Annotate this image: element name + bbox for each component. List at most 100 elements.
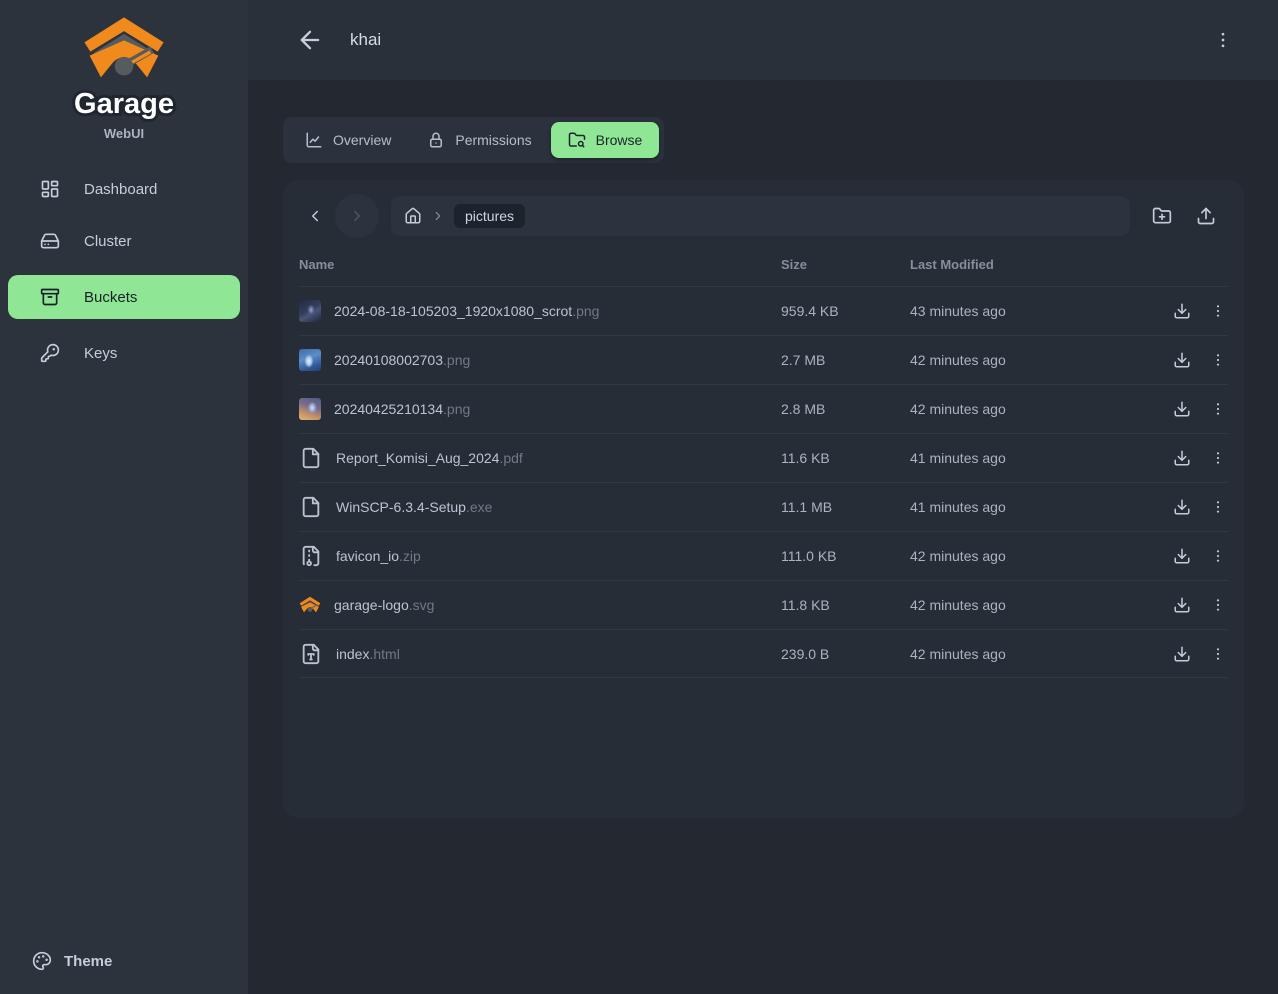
file-extension: .svg [409, 597, 435, 613]
upload-button[interactable] [1184, 196, 1228, 236]
tab-overview[interactable]: Overview [288, 122, 408, 158]
sidebar-item-cluster[interactable]: Cluster [8, 223, 240, 259]
browser-toolbar: pictures [299, 194, 1228, 238]
file-size: 2.7 MB [781, 352, 910, 368]
header-kebab-menu-icon[interactable] [1213, 30, 1233, 50]
row-kebab-menu-button[interactable] [1208, 546, 1228, 566]
tab-label: Overview [333, 132, 391, 148]
html-file-icon [299, 642, 323, 666]
file-size: 11.6 KB [781, 450, 910, 466]
download-icon [1173, 302, 1191, 320]
kebab-menu-icon [1210, 646, 1226, 662]
nav-forward-button-disabled[interactable] [335, 194, 379, 238]
download-button[interactable] [1172, 595, 1192, 615]
sidebar-item-dashboard[interactable]: Dashboard [8, 171, 240, 207]
toolbar-actions [1140, 196, 1228, 236]
file-size: 2.8 MB [781, 401, 910, 417]
file-name-link[interactable]: 2024-08-18-105203_1920x1080_scrot [334, 303, 572, 319]
file-name-link[interactable]: favicon_io [336, 548, 399, 564]
tab-browse[interactable]: Browse [551, 122, 660, 158]
file-last-modified: 41 minutes ago [910, 499, 1118, 515]
table-row: WinSCP-6.3.4-Setup.exe 11.1 MB 41 minute… [299, 482, 1228, 531]
file-name-cell: favicon_io.zip [299, 544, 781, 568]
row-kebab-menu-button[interactable] [1208, 497, 1228, 517]
row-kebab-menu-button[interactable] [1208, 350, 1228, 370]
row-actions [1118, 644, 1228, 664]
sidebar-item-label: Cluster [84, 233, 132, 250]
new-folder-button[interactable] [1140, 196, 1184, 236]
download-icon [1173, 547, 1191, 565]
garage-logo-icon [80, 16, 168, 82]
file-extension: .pdf [499, 450, 522, 466]
file-icon [299, 446, 323, 470]
file-extension: .png [443, 401, 470, 417]
kebab-menu-icon [1210, 450, 1226, 466]
file-extension: .png [572, 303, 599, 319]
download-button[interactable] [1172, 301, 1192, 321]
kebab-menu-icon [1210, 303, 1226, 319]
file-size: 11.1 MB [781, 499, 910, 515]
image-thumbnail-2 [299, 349, 321, 371]
tab-permissions[interactable]: Permissions [410, 122, 548, 158]
sidebar-item-label: Buckets [84, 289, 137, 306]
download-icon [1173, 645, 1191, 663]
theme-button[interactable]: Theme [0, 942, 248, 980]
breadcrumb-segment[interactable]: pictures [454, 204, 525, 228]
page-title: khai [350, 30, 381, 50]
keys-icon [40, 343, 60, 363]
download-button[interactable] [1172, 448, 1192, 468]
file-name-link[interactable]: 20240108002703 [334, 352, 443, 368]
sidebar-nav: Dashboard Cluster Buckets Keys [0, 171, 248, 371]
download-button[interactable] [1172, 644, 1192, 664]
download-button[interactable] [1172, 399, 1192, 419]
file-last-modified: 42 minutes ago [910, 401, 1118, 417]
file-size: 11.8 KB [781, 597, 910, 613]
theme-label: Theme [64, 953, 112, 970]
kebab-menu-icon [1210, 597, 1226, 613]
download-icon [1173, 498, 1191, 516]
download-button[interactable] [1172, 497, 1192, 517]
file-name-link[interactable]: 20240425210134 [334, 401, 443, 417]
back-arrow-icon[interactable] [296, 26, 324, 54]
tab-label: Browse [596, 132, 643, 148]
chart-icon [305, 131, 323, 149]
sidebar-item-label: Dashboard [84, 181, 157, 198]
row-kebab-menu-button[interactable] [1208, 595, 1228, 615]
file-last-modified: 42 minutes ago [910, 352, 1118, 368]
file-name-link[interactable]: Report_Komisi_Aug_2024 [336, 450, 499, 466]
download-button[interactable] [1172, 350, 1192, 370]
file-name-link[interactable]: WinSCP-6.3.4-Setup [336, 499, 466, 515]
table-row: garage-logo.svg 11.8 KB 42 minutes ago [299, 580, 1228, 629]
buckets-icon [40, 287, 60, 307]
row-kebab-menu-button[interactable] [1208, 448, 1228, 468]
app-subtitle: WebUI [104, 126, 144, 141]
file-name-cell: Report_Komisi_Aug_2024.pdf [299, 446, 781, 470]
home-icon[interactable] [404, 207, 422, 225]
file-last-modified: 43 minutes ago [910, 303, 1118, 319]
row-kebab-menu-button[interactable] [1208, 301, 1228, 321]
cluster-icon [40, 231, 60, 251]
file-name-link[interactable]: garage-logo [334, 597, 409, 613]
download-button[interactable] [1172, 546, 1192, 566]
row-actions [1118, 497, 1228, 517]
download-icon [1173, 596, 1191, 614]
row-kebab-menu-button[interactable] [1208, 644, 1228, 664]
file-name-link[interactable]: index [336, 646, 369, 662]
table-row: favicon_io.zip 111.0 KB 42 minutes ago [299, 531, 1228, 580]
file-last-modified: 42 minutes ago [910, 548, 1118, 564]
row-kebab-menu-button[interactable] [1208, 399, 1228, 419]
download-icon [1173, 351, 1191, 369]
path-breadcrumb-bar[interactable]: pictures [391, 196, 1130, 236]
table-row: 20240425210134.png 2.8 MB 42 minutes ago [299, 384, 1228, 433]
palette-icon [32, 951, 52, 971]
file-last-modified: 41 minutes ago [910, 450, 1118, 466]
table-row: Report_Komisi_Aug_2024.pdf 11.6 KB 41 mi… [299, 433, 1228, 482]
chevron-right-icon [348, 207, 366, 225]
file-extension: .exe [466, 499, 492, 515]
sidebar-item-keys[interactable]: Keys [8, 335, 240, 371]
folder-plus-icon [1152, 206, 1172, 226]
app-name: Garage [39, 84, 209, 122]
nav-back-button[interactable] [299, 200, 331, 232]
sidebar-item-buckets[interactable]: Buckets [8, 275, 240, 319]
file-extension: .png [443, 352, 470, 368]
